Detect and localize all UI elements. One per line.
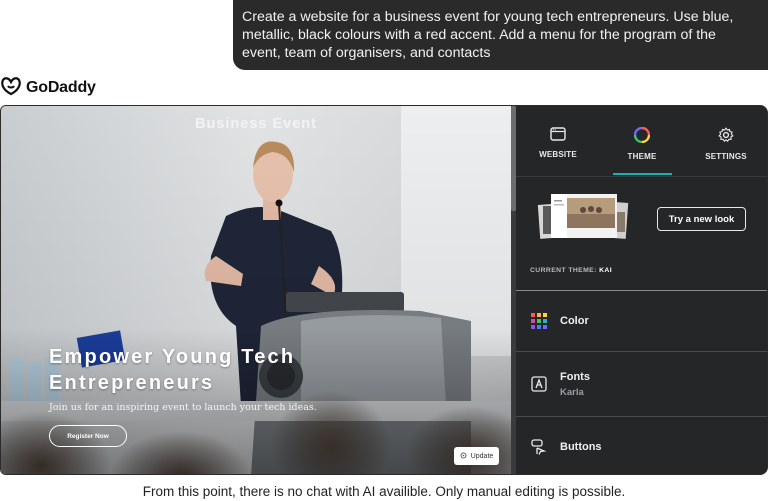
color-grid-icon bbox=[531, 313, 547, 329]
tabs-divider bbox=[516, 176, 767, 177]
editor-side-panel: WEBSITE THEME SETTINGS Try a new look CU… bbox=[516, 106, 767, 474]
site-headline[interactable]: Empower Young Tech Entrepreneurs bbox=[49, 344, 349, 396]
footer-note: From this point, there is no chat with A… bbox=[142, 484, 626, 499]
gear-icon bbox=[718, 127, 734, 143]
fonts-row-label: Fonts bbox=[560, 370, 590, 383]
current-theme-label: CURRENT THEME: bbox=[530, 267, 597, 274]
website-preview[interactable]: Business Event Empower Young Tech Entrep… bbox=[1, 106, 511, 474]
chat-prompt-bubble: Create a website for a business event fo… bbox=[233, 0, 768, 70]
godaddy-logo-text: GoDaddy bbox=[26, 79, 96, 96]
color-wheel-icon bbox=[634, 127, 650, 143]
chat-prompt-text: Create a website for a business event fo… bbox=[242, 9, 734, 61]
theme-row-buttons[interactable]: Buttons bbox=[516, 417, 767, 474]
color-row-label: Color bbox=[560, 315, 589, 327]
panel-tabs: WEBSITE THEME SETTINGS bbox=[516, 106, 767, 176]
godaddy-logo-icon bbox=[0, 76, 22, 101]
hero-background-image bbox=[1, 106, 511, 474]
register-now-button[interactable]: Register Now bbox=[49, 425, 127, 447]
editor-frame: Business Event Empower Young Tech Entrep… bbox=[0, 105, 768, 475]
font-a-icon bbox=[531, 376, 547, 392]
tab-website[interactable]: WEBSITE bbox=[516, 106, 600, 176]
current-theme-value: KAI bbox=[599, 267, 612, 274]
site-headline-line1: Empower Young Tech bbox=[49, 346, 296, 368]
tab-settings[interactable]: SETTINGS bbox=[684, 106, 767, 176]
try-new-look-button[interactable]: Try a new look bbox=[657, 207, 746, 231]
site-headline-line2: Entrepreneurs bbox=[49, 372, 215, 394]
update-button[interactable]: Update bbox=[454, 447, 499, 465]
update-icon bbox=[460, 452, 467, 461]
buttons-row-label: Buttons bbox=[560, 440, 602, 453]
site-event-title[interactable]: Business Event bbox=[1, 116, 511, 132]
active-tab-indicator bbox=[613, 173, 672, 175]
theme-thumbnail[interactable] bbox=[537, 192, 629, 244]
theme-row-color[interactable]: Color bbox=[516, 291, 767, 351]
update-label: Update bbox=[470, 452, 494, 460]
button-icon bbox=[531, 438, 547, 455]
tab-website-label: WEBSITE bbox=[539, 150, 577, 159]
current-theme: CURRENT THEME: KAI bbox=[530, 267, 612, 274]
theme-row-fonts[interactable]: Fonts Karla bbox=[516, 352, 767, 416]
tab-theme-label: THEME bbox=[627, 152, 657, 161]
godaddy-logo: GoDaddy bbox=[0, 76, 96, 101]
browser-window-icon bbox=[550, 127, 566, 141]
fonts-row-value: Karla bbox=[560, 386, 584, 398]
tab-theme[interactable]: THEME bbox=[600, 106, 684, 176]
site-subtitle[interactable]: Join us for an inspiring event to launch… bbox=[49, 402, 317, 413]
tab-settings-label: SETTINGS bbox=[705, 152, 747, 161]
